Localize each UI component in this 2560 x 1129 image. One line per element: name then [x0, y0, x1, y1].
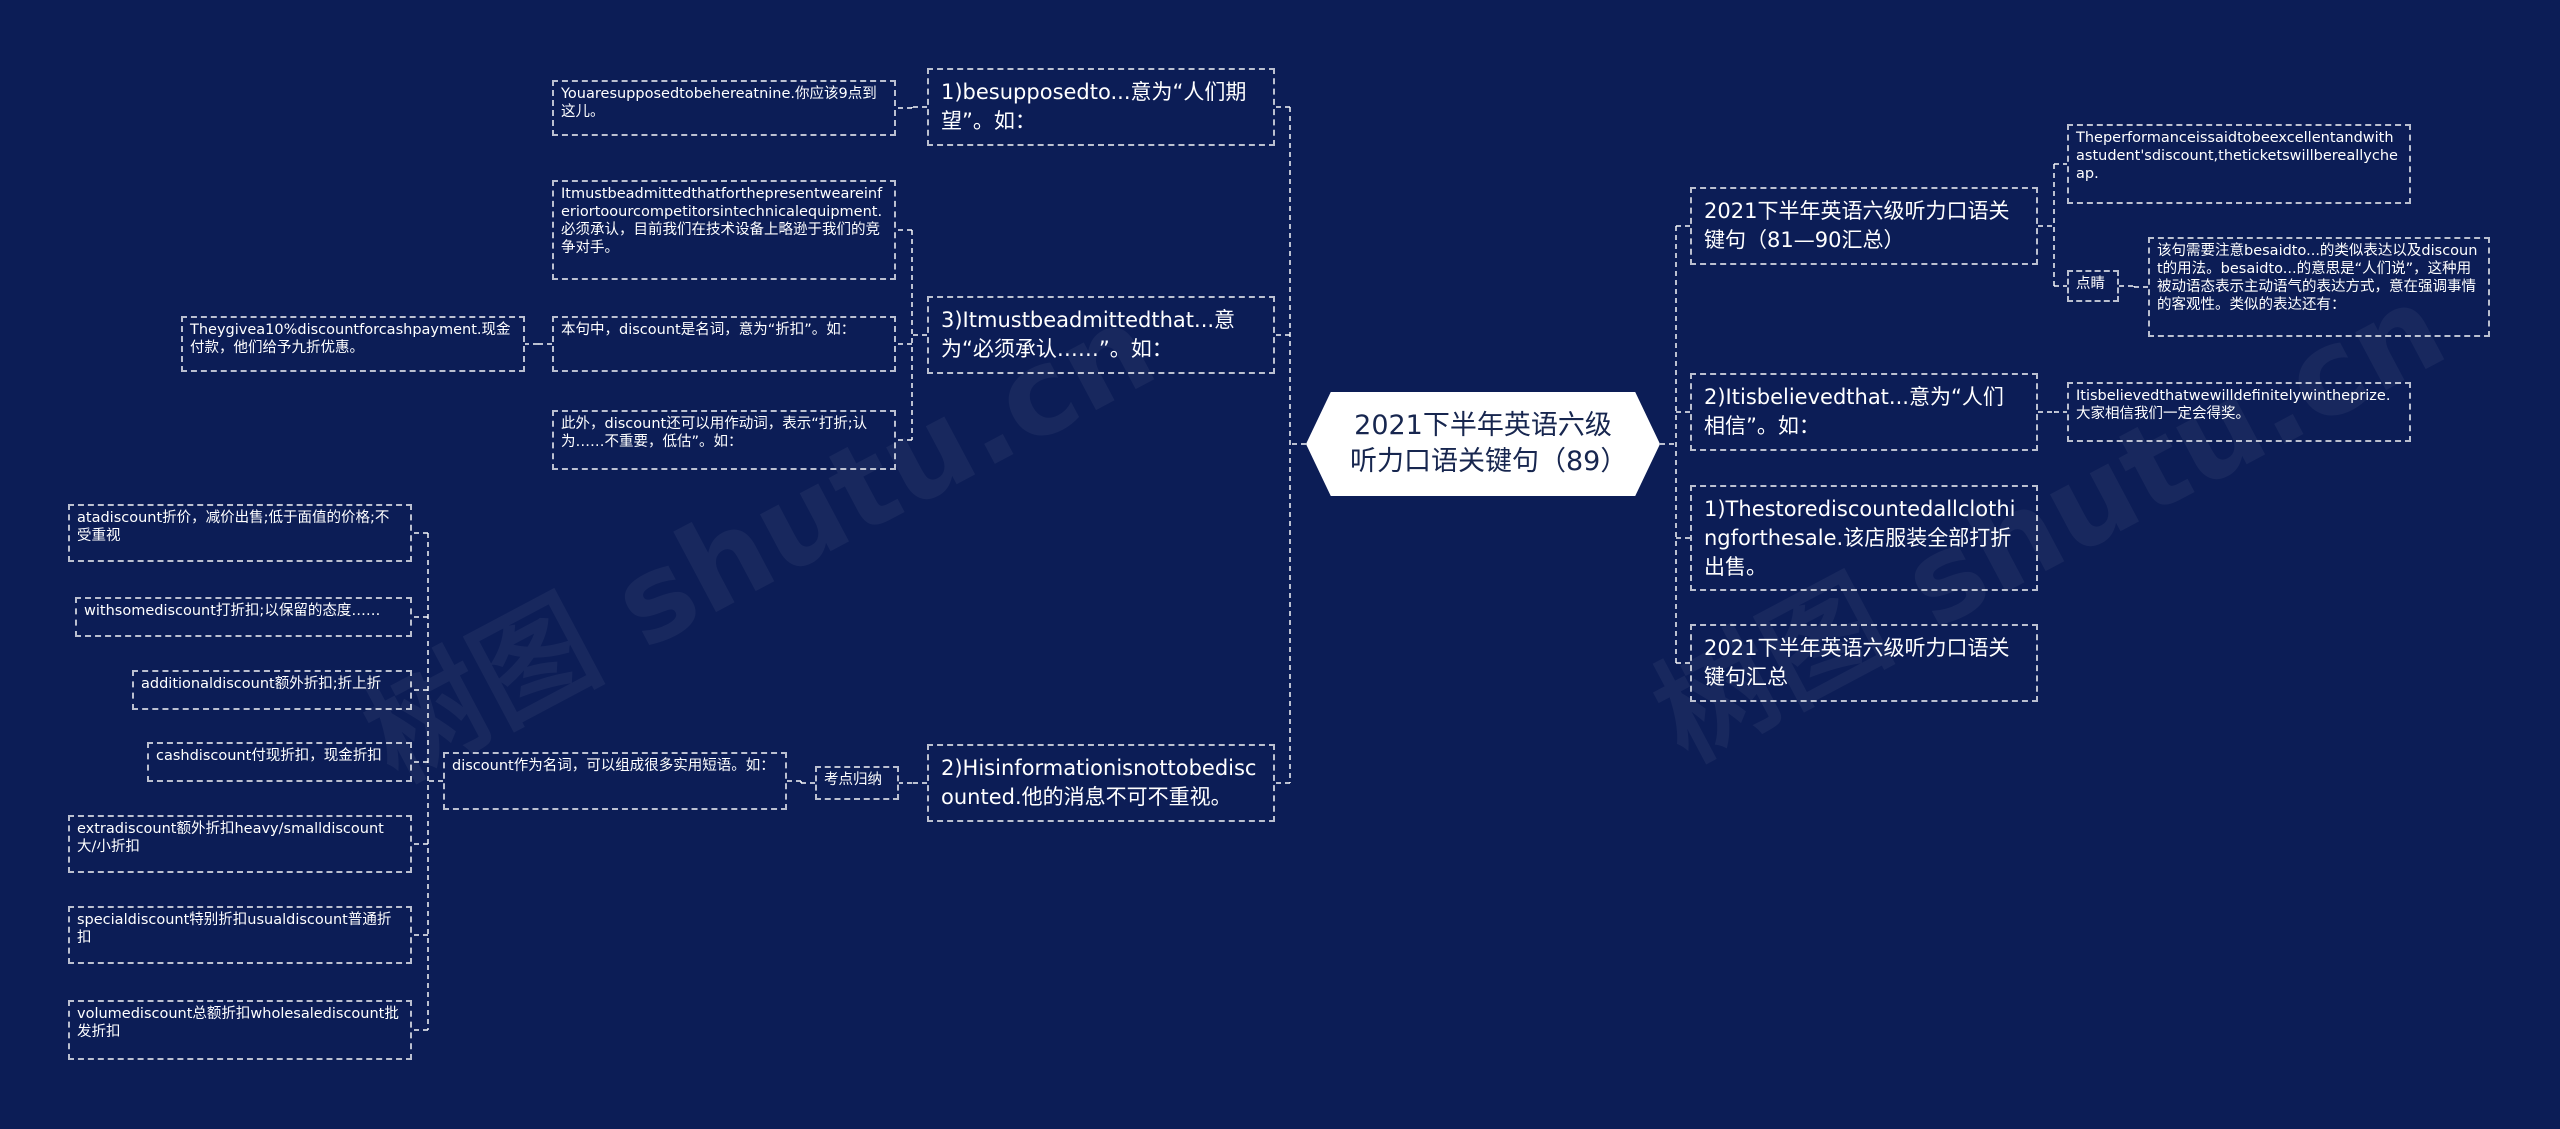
- phrase-item[interactable]: additionaldiscount额外折扣;折上折: [132, 670, 412, 710]
- phrase-item[interactable]: volumediscount总额折扣wholesalediscount批发折扣: [68, 1000, 412, 1060]
- tag-kaodian-guina[interactable]: 考点归纳: [815, 766, 899, 800]
- branch-left-itmustbeadmitted[interactable]: 3)Itmustbeadmittedthat...意为“必须承认……”。如：: [927, 296, 1275, 374]
- phrase-item[interactable]: extradiscount额外折扣heavy/smalldiscount大/小折…: [68, 815, 412, 873]
- branch-left-hisinformation[interactable]: 2)Hisinformationisnottobediscounted.他的消息…: [927, 744, 1275, 822]
- example-itmustbeadmitted[interactable]: Itmustbeadmittedthatforthepresentwearein…: [552, 180, 896, 280]
- phrase-item[interactable]: atadiscount折价，减价出售;低于面值的价格;不受重视: [68, 504, 412, 562]
- branch-right-itisbelieved[interactable]: 2)Itisbelievedthat...意为“人们相信”。如：: [1690, 373, 2038, 451]
- mind-map-canvas: 树图 shutu.cn 树图 shutu.cn 2021下半年英语六级听力口语关…: [0, 0, 2560, 1129]
- note-discount-noun[interactable]: 本句中，discount是名词，意为“折扣”。如：: [552, 316, 896, 372]
- tag-highlight[interactable]: 点睛: [2067, 270, 2119, 302]
- note-discount-phrases[interactable]: discount作为名词，可以组成很多实用短语。如：: [443, 752, 787, 810]
- note-besaidto[interactable]: 该句需要注意besaidto...的类似表达以及discount的用法。besa…: [2148, 237, 2490, 337]
- example-besupposedto[interactable]: Youaresupposedtobehereatnine.你应该9点到这儿。: [552, 80, 896, 136]
- branch-right-summary[interactable]: 2021下半年英语六级听力口语关键句汇总: [1690, 624, 2038, 702]
- root-topic-label: 2021下半年英语六级听力口语关键句（89）: [1350, 410, 1628, 477]
- note-discount-verb[interactable]: 此外，discount还可以用作动词，表示“打折;认为……不重要，低估”。如：: [552, 410, 896, 470]
- phrase-item[interactable]: cashdiscount付现折扣，现金折扣: [147, 742, 412, 782]
- example-itisbelieved[interactable]: Itisbelievedthatwewilldefinitelywinthepr…: [2067, 382, 2411, 442]
- branch-right-storediscounted[interactable]: 1)Thestorediscountedallclothingforthesal…: [1690, 485, 2038, 591]
- phrase-item[interactable]: specialdiscount特别折扣usualdiscount普通折扣: [68, 906, 412, 964]
- example-performance[interactable]: Theperformanceissaidtobeexcellentandwith…: [2067, 124, 2411, 204]
- branch-right-summary-81-90[interactable]: 2021下半年英语六级听力口语关键句（81—90汇总）: [1690, 187, 2038, 265]
- branch-left-besupposedto[interactable]: 1)besupposedto...意为“人们期望”。如：: [927, 68, 1275, 146]
- example-cashpayment[interactable]: Theygivea10%discountforcashpayment.现金付款，…: [181, 316, 525, 372]
- phrase-item[interactable]: withsomediscount打折扣;以保留的态度……: [75, 597, 412, 637]
- root-topic[interactable]: 2021下半年英语六级听力口语关键句（89）: [1306, 392, 1660, 496]
